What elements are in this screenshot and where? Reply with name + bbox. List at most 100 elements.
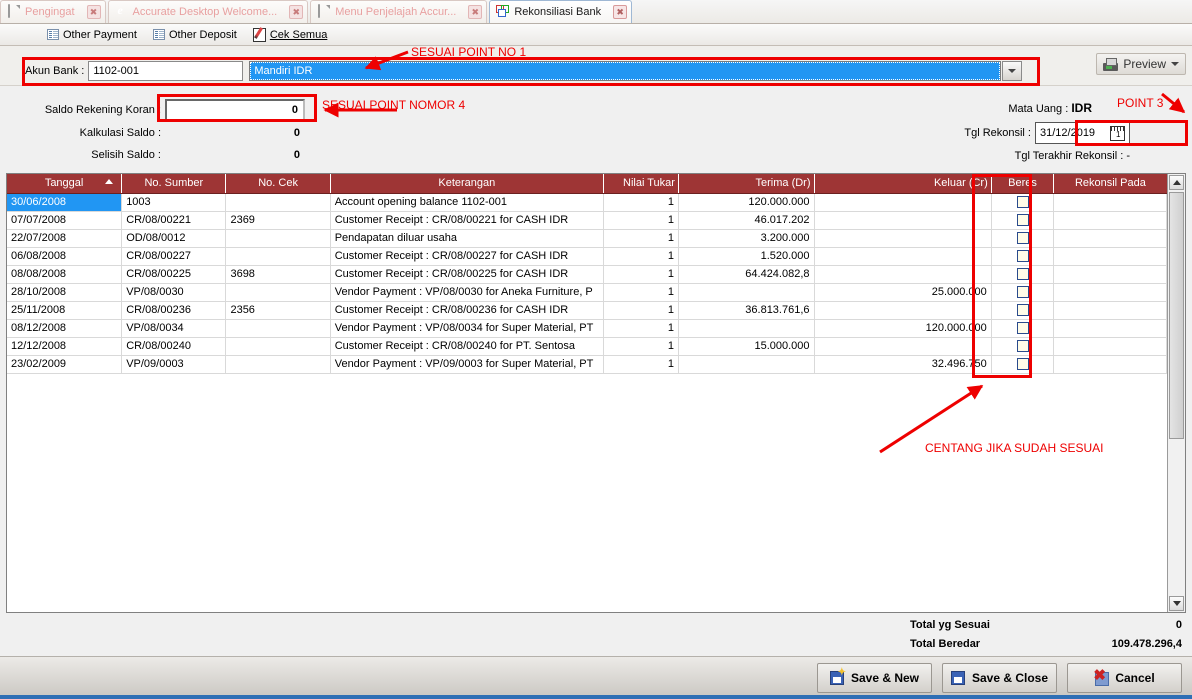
- cell-nilai-tukar: 1: [603, 247, 679, 266]
- table-header-row: Tanggal No. Sumber No. Cek Keterangan Ni…: [7, 174, 1167, 194]
- column-header-beres[interactable]: Beres: [991, 174, 1055, 194]
- footer-buttons: ✦ Save & New Save & Close Cancel: [817, 663, 1182, 693]
- scroll-up-button[interactable]: [1169, 175, 1184, 190]
- cancel-icon: [1093, 668, 1110, 686]
- cell-no-sumber: CR/08/00221: [121, 211, 227, 230]
- close-icon[interactable]: ✖: [86, 5, 101, 19]
- cell-beres[interactable]: [991, 283, 1055, 302]
- close-icon[interactable]: ✖: [289, 5, 304, 19]
- cancel-button[interactable]: Cancel: [1067, 663, 1182, 693]
- other-payment-button[interactable]: Other Payment: [40, 26, 144, 44]
- column-header-tanggal[interactable]: Tanggal: [7, 174, 123, 194]
- save-icon: [950, 671, 965, 685]
- kalkulasi-saldo-value: 0: [293, 127, 300, 139]
- column-header-keluar-cr[interactable]: Keluar (Cr): [814, 174, 992, 194]
- cell-keluar-cr: 25.000.000: [814, 283, 992, 302]
- cell-no-sumber: OD/08/0012: [121, 229, 227, 248]
- akun-bank-name-select[interactable]: Mandiri IDR: [249, 61, 1002, 81]
- beres-checkbox[interactable]: [1016, 358, 1029, 371]
- beres-checkbox[interactable]: [1016, 286, 1029, 299]
- column-header-nilai-tukar[interactable]: Nilai Tukar: [603, 174, 679, 194]
- cell-beres[interactable]: [991, 301, 1055, 320]
- cell-beres[interactable]: [991, 265, 1055, 284]
- cell-terima-dr: 64.424.082,8: [678, 265, 815, 284]
- table-row[interactable]: 28/10/2008 VP/08/0030 Vendor Payment : VP/…: [7, 283, 1167, 302]
- cell-tanggal: 25/11/2008: [7, 301, 123, 320]
- cell-no-sumber: 1003: [121, 193, 227, 212]
- chevron-down-icon[interactable]: [1171, 62, 1179, 66]
- tab-bar: Pengingat ✖ Accurate Desktop Welcome... …: [0, 0, 1192, 24]
- table-row[interactable]: 30/06/2008 1003 Account opening balance 11…: [7, 193, 1167, 212]
- mata-uang-label: Mata Uang :: [1008, 103, 1069, 115]
- save-and-new-label: Save & New: [850, 671, 920, 685]
- total-beredar-row: Total Beredar 109.478.296,4: [862, 634, 1182, 653]
- cell-no-sumber: VP/08/0034: [121, 319, 227, 338]
- tgl-rekonsil-label: Tgl Rekonsil :: [964, 127, 1031, 139]
- table-row[interactable]: 22/07/2008 OD/08/0012 Pendapatan diluar us…: [7, 229, 1167, 248]
- other-deposit-label: Other Deposit: [168, 28, 237, 41]
- akun-bank-dropdown-button[interactable]: [1002, 61, 1023, 81]
- cell-beres[interactable]: [991, 355, 1055, 374]
- akun-bank-code-input[interactable]: 1102-001: [88, 61, 244, 81]
- close-icon[interactable]: ✖: [613, 5, 628, 19]
- beres-checkbox[interactable]: [1016, 340, 1029, 353]
- cell-nilai-tukar: 1: [603, 355, 679, 374]
- cell-beres[interactable]: [991, 247, 1055, 266]
- beres-checkbox[interactable]: [1016, 196, 1029, 209]
- cell-no-cek: 2369: [225, 211, 331, 230]
- beres-checkbox[interactable]: [1016, 232, 1029, 245]
- cek-semua-button[interactable]: Cek Semua: [246, 26, 334, 44]
- table-row[interactable]: 08/08/2008 CR/08/00225 3698 Customer Receip…: [7, 265, 1167, 284]
- save-and-close-label: Save & Close: [971, 671, 1049, 685]
- vertical-scrollbar[interactable]: [1167, 174, 1185, 612]
- tab-rekonsiliasi-bank[interactable]: Rekonsiliasi Bank ✖: [489, 0, 633, 23]
- column-header-no-sumber[interactable]: No. Sumber: [121, 174, 227, 194]
- tab-label: Pengingat: [25, 5, 75, 18]
- column-header-terima-dr[interactable]: Terima (Dr): [678, 174, 815, 194]
- cell-tanggal: 12/12/2008: [7, 337, 123, 356]
- save-and-close-button[interactable]: Save & Close: [942, 663, 1057, 693]
- table-row[interactable]: 23/02/2009 VP/09/0003 Vendor Payment : VP/…: [7, 355, 1167, 374]
- beres-checkbox[interactable]: [1016, 322, 1029, 335]
- beres-checkbox[interactable]: [1016, 304, 1029, 317]
- cell-tanggal: 28/10/2008: [7, 283, 123, 302]
- cell-keluar-cr: [814, 265, 992, 284]
- tgl-rekonsil-row: Tgl Rekonsil : 31/12/2019: [964, 122, 1130, 144]
- column-header-rekonsil-pada[interactable]: Rekonsil Pada: [1053, 174, 1167, 194]
- kalkulasi-saldo-label: Kalkulasi Saldo :: [79, 127, 161, 139]
- cell-beres[interactable]: [991, 211, 1055, 230]
- tgl-rekonsil-input[interactable]: 31/12/2019: [1035, 122, 1130, 144]
- scroll-down-button[interactable]: [1169, 596, 1184, 611]
- cell-beres[interactable]: [991, 337, 1055, 356]
- table-row[interactable]: 08/12/2008 VP/08/0034 Vendor Payment : VP/…: [7, 319, 1167, 338]
- beres-checkbox[interactable]: [1016, 214, 1029, 227]
- mata-uang-row: Mata Uang : IDR: [1008, 101, 1092, 115]
- cell-keterangan: Account opening balance 1102-001: [330, 193, 604, 212]
- table-row[interactable]: 25/11/2008 CR/08/00236 2356 Customer Receip…: [7, 301, 1167, 320]
- calendar-icon[interactable]: [1110, 125, 1125, 141]
- other-deposit-button[interactable]: Other Deposit: [146, 26, 244, 44]
- cell-beres[interactable]: [991, 319, 1055, 338]
- cell-keluar-cr: [814, 229, 992, 248]
- cell-beres[interactable]: [991, 229, 1055, 248]
- column-header-no-cek[interactable]: No. Cek: [225, 174, 331, 194]
- table-row[interactable]: 06/08/2008 CR/08/00227 Customer Receipt : …: [7, 247, 1167, 266]
- beres-checkbox[interactable]: [1016, 250, 1029, 263]
- beres-checkbox[interactable]: [1016, 268, 1029, 281]
- tab-pengingat[interactable]: Pengingat ✖: [0, 0, 106, 23]
- saldo-rekening-koran-input[interactable]: 0: [165, 99, 305, 121]
- tab-accurate-desktop-welcome[interactable]: Accurate Desktop Welcome... ✖: [107, 0, 309, 23]
- preview-button[interactable]: Preview: [1096, 53, 1186, 75]
- total-yg-sesuai-label: Total yg Sesuai: [910, 618, 990, 631]
- cell-keluar-cr: [814, 211, 992, 230]
- close-icon[interactable]: ✖: [468, 5, 483, 19]
- table-row[interactable]: 07/07/2008 CR/08/00221 2369 Customer Receip…: [7, 211, 1167, 230]
- scrollbar-thumb[interactable]: [1169, 192, 1184, 439]
- tab-menu-penjelajah-accurate[interactable]: Menu Penjelajah Accur... ✖: [310, 0, 488, 23]
- save-and-new-button[interactable]: ✦ Save & New: [817, 663, 932, 693]
- printer-icon: [1103, 57, 1119, 71]
- cell-beres[interactable]: [991, 193, 1055, 212]
- column-header-keterangan[interactable]: Keterangan: [330, 174, 604, 194]
- cell-no-cek: [225, 229, 331, 248]
- table-row[interactable]: 12/12/2008 CR/08/00240 Customer Receipt : …: [7, 337, 1167, 356]
